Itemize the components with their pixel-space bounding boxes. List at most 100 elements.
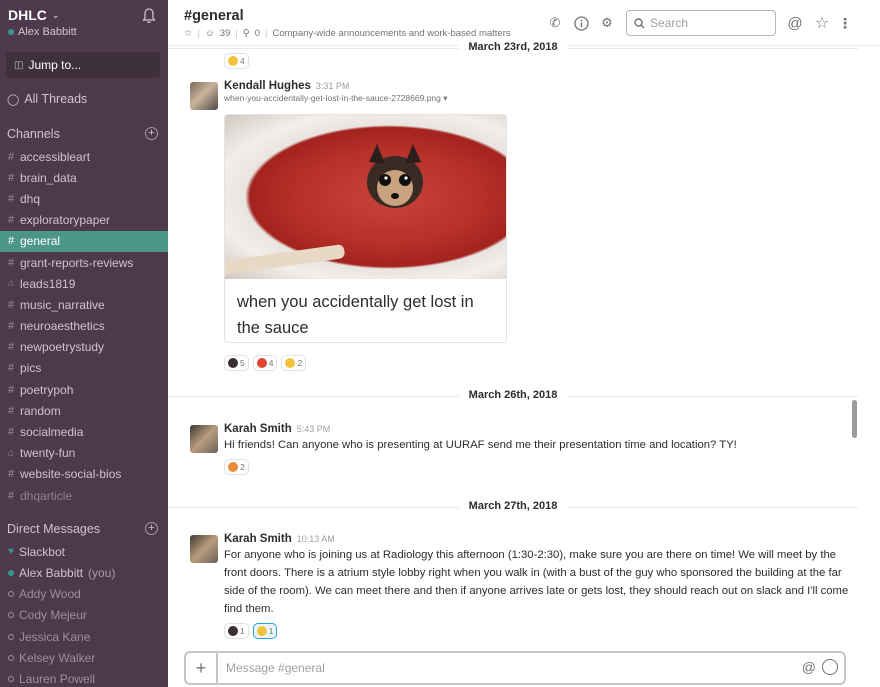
reaction-pill[interactable]: 1 (252, 623, 278, 639)
presence-icon (8, 612, 14, 619)
dm-list: ♥ Slackbot Alex Babbitt (you) Addy Wood Cody … (0, 541, 168, 687)
jump-icon: ◫ (14, 59, 24, 71)
dm-item[interactable]: ♥ Slackbot (0, 541, 168, 562)
info-icon[interactable] (572, 14, 590, 32)
reaction-pill[interactable]: 4 (224, 53, 249, 69)
sidebar-channel-twenty-fun[interactable]: ⌂ twenty-fun (0, 443, 168, 464)
reaction-group: 2 (224, 459, 849, 475)
channels-header[interactable]: Channels + (0, 125, 168, 142)
message-author[interactable]: Karah Smith (224, 423, 292, 435)
member-count[interactable]: 39 (220, 28, 231, 39)
add-channel-icon[interactable]: + (145, 127, 158, 140)
channel-title[interactable]: #general (184, 8, 244, 24)
phone-icon[interactable]: ✆ (546, 14, 564, 32)
dm-item[interactable]: Kelsey Walker (0, 647, 168, 668)
date-divider: March 26th, 2018 (168, 389, 858, 403)
file-name[interactable]: when-you-accidentally-get-lost-in-the-sa… (224, 93, 849, 104)
sidebar-channel-pics[interactable]: # pics (0, 358, 168, 379)
avatar[interactable] (190, 425, 218, 453)
sidebar-channel-grant-reports-reviews[interactable]: # grant-reports-reviews (0, 252, 168, 273)
message-time[interactable]: 5:43 PM (297, 424, 331, 434)
sidebar-channel-exploratorypaper[interactable]: # exploratorypaper (0, 210, 168, 231)
sidebar-channel-newpoetrystudy[interactable]: # newpoetrystudy (0, 337, 168, 358)
sidebar-channel-brain_data[interactable]: # brain_data (0, 167, 168, 188)
gear-icon[interactable]: ⚙ (598, 14, 616, 32)
dog-emoji-icon (228, 626, 238, 636)
scrollbar-thumb[interactable] (852, 400, 857, 438)
avatar[interactable] (190, 82, 218, 110)
dm-item[interactable]: Alex Babbitt (you) (0, 562, 168, 583)
more-options-icon[interactable]: ⋮ (836, 14, 854, 32)
channels-header-label[interactable]: Channels (7, 127, 60, 141)
direct-messages-header[interactable]: Direct Messages + (0, 520, 168, 537)
jump-to-button[interactable]: ◫ Jump to... (6, 52, 160, 78)
hash-icon: # (8, 426, 15, 439)
channel-label: exploratorypaper (20, 213, 111, 228)
fire-emoji-icon (256, 358, 267, 368)
reaction-pill[interactable]: 2 (224, 459, 249, 475)
emoji-icon[interactable] (822, 659, 838, 675)
dm-item[interactable]: Jessica Kane (0, 626, 168, 647)
sidebar-channel-accessibleart[interactable]: # accessibleart (0, 146, 168, 167)
presence-icon (8, 591, 14, 598)
sidebar-channel-general[interactable]: # general (0, 230, 168, 252)
sidebar-channel-poetrypoh[interactable]: # poetrypoh (0, 379, 168, 400)
all-threads-link[interactable]: ◯ All Threads (0, 90, 168, 108)
sidebar: DHLC ⌄ Alex Babbitt ◫ Jump to... ◯ All T… (0, 0, 168, 687)
sidebar-channel-website-social-bios[interactable]: # website-social-bios (0, 464, 168, 485)
message-author[interactable]: Karah Smith (224, 533, 292, 545)
dm-label: Addy Wood (19, 587, 81, 602)
tada-emoji-icon (228, 462, 238, 472)
dm-suffix: (you) (88, 565, 116, 580)
bell-icon[interactable] (142, 8, 156, 24)
dm-item[interactable]: Cody Mejeur (0, 605, 168, 626)
reaction-group: 4 (224, 53, 249, 69)
dm-item[interactable]: Addy Wood (0, 584, 168, 605)
image-preview[interactable] (225, 115, 506, 279)
sidebar-channel-dhq[interactable]: # dhq (0, 188, 168, 209)
sidebar-channel-random[interactable]: # random (0, 400, 168, 421)
message-author[interactable]: Kendall Hughes (224, 80, 311, 92)
dm-label: Kelsey Walker (19, 650, 96, 665)
workspace-header[interactable]: DHLC ⌄ Alex Babbitt (0, 0, 168, 44)
channel-topic[interactable]: Company-wide announcements and work-base… (272, 28, 510, 39)
reaction-pill[interactable]: 2 (281, 355, 307, 371)
sidebar-channel-leads1819[interactable]: ⌂ leads1819 (0, 273, 168, 294)
sidebar-channel-socialmedia[interactable]: # socialmedia (0, 421, 168, 442)
presence-icon (8, 633, 14, 640)
sidebar-channel-music_narrative[interactable]: # music_narrative (0, 294, 168, 315)
date-label: March 23rd, 2018 (458, 41, 568, 53)
mentions-icon[interactable]: @ (786, 14, 804, 32)
dm-item[interactable]: Lauren Powell (0, 668, 168, 687)
message-text: Hi friends! Can anyone who is presenting… (224, 439, 737, 451)
message-time[interactable]: 10:13 AM (297, 534, 335, 544)
laugh-emoji-icon (285, 358, 296, 368)
hash-icon: # (8, 320, 15, 333)
jump-label: Jump to... (28, 58, 82, 72)
reaction-pill[interactable]: 1 (224, 623, 249, 639)
direct-messages-label[interactable]: Direct Messages (7, 522, 100, 536)
pin-icon[interactable]: ⚲ (243, 28, 250, 39)
chevron-down-icon[interactable]: ⌄ (52, 10, 60, 21)
sidebar-channel-neuroaesthetics[interactable]: # neuroaesthetics (0, 316, 168, 337)
star-icon[interactable]: ☆ (813, 14, 831, 32)
mention-icon[interactable]: @ (802, 659, 816, 675)
channel-label: brain_data (20, 170, 77, 185)
add-attachment-button[interactable]: + (186, 653, 218, 683)
members-icon[interactable]: ☺ (205, 28, 215, 39)
sidebar-channel-dhqarticle[interactable]: # dhqarticle (0, 485, 168, 506)
reaction-pill[interactable]: 4 (252, 355, 278, 371)
message-time[interactable]: 3:31 PM (316, 81, 350, 91)
workspace-name[interactable]: DHLC (8, 7, 47, 23)
reaction-pill[interactable]: 5 (224, 355, 249, 371)
image-attachment[interactable]: when you accidentally get lost in the sa… (224, 114, 507, 343)
add-dm-icon[interactable]: + (145, 522, 158, 536)
hash-icon: # (8, 404, 15, 417)
pin-count[interactable]: 0 (255, 28, 260, 39)
reaction-group: 5 4 2 (224, 355, 307, 371)
star-outline-icon[interactable]: ☆ (184, 28, 193, 39)
search-input[interactable]: Search (626, 10, 776, 36)
message-composer[interactable]: + Message #general @ (184, 651, 846, 685)
avatar[interactable] (190, 535, 218, 563)
message-input[interactable]: Message #general (226, 661, 325, 675)
